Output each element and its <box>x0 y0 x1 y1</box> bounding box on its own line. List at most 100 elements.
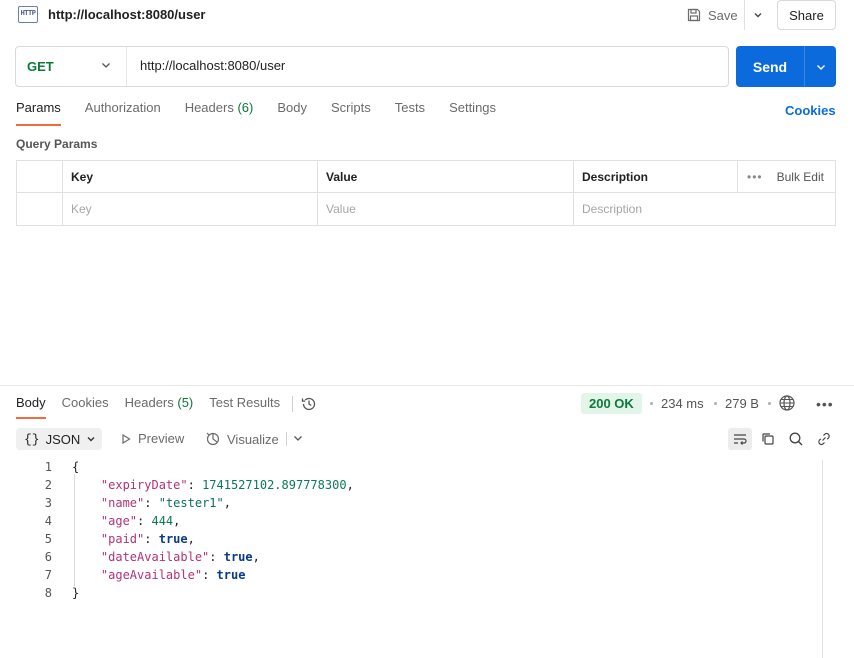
code-text: "age": 444, <box>100 514 181 528</box>
save-options-chevron-down-icon[interactable] <box>748 2 768 28</box>
column-header-key: Key <box>71 170 94 184</box>
response-tabs: Body Cookies Headers (5) Test Results <box>16 395 305 421</box>
line-number: 1 <box>44 460 52 474</box>
json-key: "expiryDate" <box>100 478 188 492</box>
json-value: true <box>158 532 188 546</box>
line-number: 3 <box>44 496 52 510</box>
method-divider <box>126 47 127 86</box>
column-header-value: Value <box>326 170 358 184</box>
request-header: HTTP http://localhost:8080/user Save Sha… <box>0 0 854 32</box>
preview-button[interactable]: Preview <box>120 431 184 446</box>
json-value: 1741527102.897778300 <box>202 478 347 492</box>
line-number: 8 <box>44 586 52 600</box>
braces-icon: {} <box>24 431 40 447</box>
key-input[interactable]: Key <box>63 193 92 225</box>
tab-test-results[interactable]: Test Results <box>209 395 280 419</box>
format-select[interactable]: {} JSON <box>16 428 102 450</box>
response-size[interactable]: 279 B <box>725 396 759 411</box>
json-value: 444 <box>151 514 174 528</box>
tab-headers[interactable]: Headers (6) <box>185 100 254 126</box>
url-input[interactable]: http://localhost:8080/user <box>140 58 285 73</box>
search-icon[interactable] <box>784 428 808 450</box>
more-options-icon[interactable]: ••• <box>816 396 834 412</box>
table-header-row: Key Value Description ••• Bulk Edit <box>17 161 835 193</box>
query-params-table: Key Value Description ••• Bulk Edit Key … <box>16 160 836 226</box>
code-text: "name": "tester1", <box>100 496 231 510</box>
tab-body[interactable]: Body <box>277 100 307 126</box>
meta-separator <box>714 402 717 405</box>
share-button[interactable]: Share <box>777 0 836 30</box>
description-input[interactable]: Description <box>574 193 642 225</box>
code-line: 3 "name": "tester1", <box>0 496 820 514</box>
code-line: 7 "ageAvailable": true <box>0 568 820 586</box>
url-bar: GET http://localhost:8080/user <box>15 46 729 87</box>
code-text: } <box>72 586 80 600</box>
line-number: 7 <box>44 568 52 582</box>
save-divider <box>744 0 745 30</box>
tab-params[interactable]: Params <box>16 100 61 126</box>
save-icon <box>687 8 701 22</box>
json-value: true <box>223 550 253 564</box>
play-icon <box>122 433 131 444</box>
json-key: "ageAvailable" <box>100 568 203 582</box>
preview-label: Preview <box>138 431 185 446</box>
format-label: JSON <box>45 431 81 447</box>
visualize-button[interactable]: Visualize <box>205 431 279 447</box>
wrap-lines-icon[interactable] <box>728 428 752 450</box>
visualize-icon <box>206 432 220 446</box>
visualize-divider <box>286 432 287 446</box>
cookies-link[interactable]: Cookies <box>785 103 836 118</box>
line-number: 5 <box>44 532 52 546</box>
tab-authorization[interactable]: Authorization <box>85 100 161 126</box>
send-label: Send <box>752 58 788 75</box>
editor-scrollbar[interactable] <box>822 460 823 658</box>
headers-count: (6) <box>237 100 254 115</box>
code-text: { <box>72 460 80 474</box>
table-row: Key Value Description <box>17 193 835 225</box>
code-line: 2 "expiryDate": 1741527102.897778300, <box>0 478 820 496</box>
save-button[interactable]: Save <box>686 2 738 28</box>
visualize-label: Visualize <box>227 431 279 447</box>
bulk-edit-button[interactable]: ••• Bulk Edit <box>747 161 824 193</box>
json-key: "age" <box>100 514 138 528</box>
code-line: 1{ <box>0 460 820 478</box>
meta-separator <box>768 402 771 405</box>
method-label: GET <box>27 59 54 74</box>
request-title[interactable]: http://localhost:8080/user <box>48 7 205 22</box>
code-text: "expiryDate": 1741527102.897778300, <box>100 478 354 492</box>
send-options-chevron-down-icon[interactable] <box>805 46 836 87</box>
tab-response-body[interactable]: Body <box>16 395 46 419</box>
json-key: "dateAvailable" <box>100 550 210 564</box>
more-horizontal-icon: ••• <box>747 170 763 184</box>
chevron-down-icon <box>87 437 95 442</box>
tab-tests[interactable]: Tests <box>395 100 425 126</box>
save-label: Save <box>708 7 738 23</box>
globe-icon[interactable] <box>778 394 796 415</box>
pane-splitter[interactable] <box>0 385 854 386</box>
visualize-chevron-down-icon[interactable] <box>292 432 304 447</box>
copy-icon[interactable] <box>756 428 780 450</box>
status-badge[interactable]: 200 OK <box>581 393 642 414</box>
line-number: 4 <box>44 514 52 528</box>
tab-settings[interactable]: Settings <box>449 100 496 126</box>
code-text: "dateAvailable": true, <box>100 550 260 564</box>
send-button[interactable]: Send <box>736 46 836 87</box>
code-line: 8} <box>0 586 820 604</box>
tab-response-headers[interactable]: Headers (5) <box>125 395 194 419</box>
response-time[interactable]: 234 ms <box>661 396 704 411</box>
tab-divider <box>292 396 294 412</box>
line-number: 6 <box>44 550 52 564</box>
query-params-title: Query Params <box>16 137 98 151</box>
history-icon[interactable] <box>300 395 318 416</box>
meta-separator <box>650 402 653 405</box>
value-input[interactable]: Value <box>318 193 356 225</box>
link-icon[interactable] <box>812 428 836 450</box>
json-key: "name" <box>100 496 145 510</box>
json-value: true <box>216 568 246 582</box>
column-header-description: Description <box>582 170 649 184</box>
tab-scripts[interactable]: Scripts <box>331 100 371 126</box>
code-line: 5 "paid": true, <box>0 532 820 550</box>
method-chevron-down-icon[interactable] <box>100 59 112 74</box>
tab-response-cookies[interactable]: Cookies <box>62 395 109 419</box>
json-key: "paid" <box>100 532 145 546</box>
